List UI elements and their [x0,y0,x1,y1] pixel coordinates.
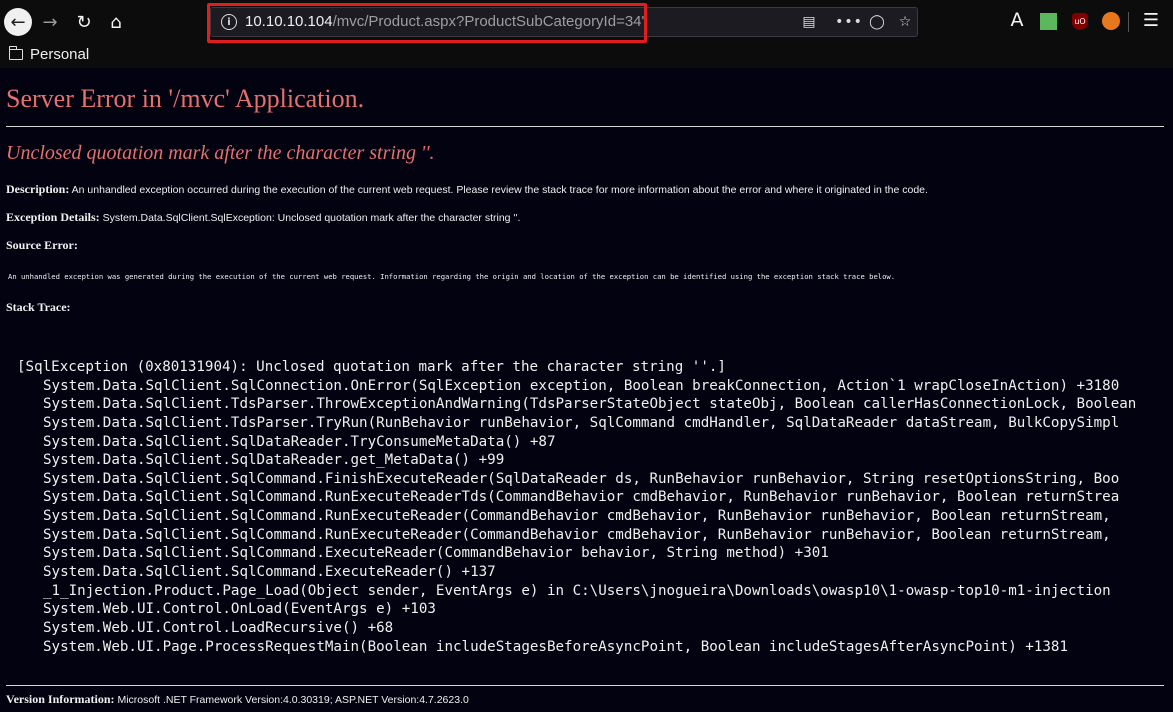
stack-trace: [SqlException (0x80131904): Unclosed quo… [17,358,1173,656]
stack-trace-line: System.Web.UI.Page.ProcessRequestMain(Bo… [43,638,1068,655]
pocket-icon[interactable]: ◯ [867,12,887,32]
stack-trace-line: System.Web.UI.Control.LoadRecursive() +6… [43,619,394,636]
version-information-line: Version Information: Microsoft .NET Fram… [6,692,469,707]
stack-trace-line: _1_Injection.Product.Page_Load(Object se… [43,582,1111,599]
reader-view-icon[interactable]: ▤ [799,12,819,32]
stack-trace-line: System.Data.SqlClient.TdsParser.TryRun(R… [43,414,1120,431]
stack-trace-heading: Stack Trace: [6,300,71,315]
stack-trace-line: System.Data.SqlClient.TdsParser.ThrowExc… [43,396,1137,413]
stack-trace-line: System.Data.SqlClient.SqlCommand.RunExec… [43,508,1111,525]
star-icon[interactable]: ☆ [895,12,915,32]
divider [6,126,1164,127]
green-extension-icon[interactable] [1040,13,1057,30]
description-text: An unhandled exception occurred during t… [69,184,928,196]
stack-trace-label: Stack Trace: [6,300,71,314]
bookmark-folder-personal[interactable]: Personal [30,46,89,63]
stack-trace-line: System.Web.UI.Control.OnLoad(EventArgs e… [43,601,436,618]
ublock-extension-icon[interactable]: uO [1072,13,1088,30]
more-actions-icon[interactable]: ••• [835,12,862,32]
stack-trace-line: System.Data.SqlClient.SqlCommand.Execute… [43,564,496,581]
source-error-label: Source Error: [6,238,78,252]
source-error-text: An unhandled exception was generated dur… [8,272,896,281]
reload-icon[interactable]: ↻ [70,8,98,36]
stack-trace-line: [SqlException (0x80131904): Unclosed quo… [17,359,726,375]
browser-toolbar: ← → ↻ ⌂ i 10.10.10.104/mvc/Product.aspx?… [0,0,1173,44]
stack-trace-line: System.Data.SqlClient.SqlCommand.FinishE… [43,470,1120,487]
toolbar-separator [1128,12,1129,32]
stack-trace-line: System.Data.SqlClient.SqlDataReader.TryC… [43,433,556,450]
forward-arrow-icon[interactable]: → [36,8,64,36]
exception-details-line: Exception Details: System.Data.SqlClient… [6,210,520,225]
version-label: Version Information: [6,692,115,706]
description-label: Description: [6,182,70,196]
url-text[interactable]: 10.10.10.104/mvc/Product.aspx?ProductSub… [245,13,644,30]
version-text: Microsoft .NET Framework Version:4.0.303… [114,694,469,706]
stack-trace-line: System.Data.SqlClient.SqlCommand.Execute… [43,545,829,562]
divider [6,685,1164,686]
home-icon[interactable]: ⌂ [102,8,130,36]
description-line: Description: An unhandled exception occu… [6,182,928,197]
url-bar[interactable]: i 10.10.10.104/mvc/Product.aspx?ProductS… [210,7,918,37]
stack-trace-line: System.Data.SqlClient.SqlDataReader.get_… [43,452,505,469]
hamburger-menu-icon[interactable]: ☰ [1141,10,1161,31]
page-content: Server Error in '/mvc' Application. Uncl… [0,68,1173,712]
url-path: /mvc/Product.aspx?ProductSubCategoryId=3… [332,13,645,30]
info-icon[interactable]: i [221,14,237,30]
source-error-heading: Source Error: [6,238,78,253]
page-title: Server Error in '/mvc' Application. [6,84,365,113]
bookmarks-bar: Personal [0,44,1173,68]
stack-trace-line: System.Data.SqlClient.SqlCommand.RunExec… [43,489,1120,506]
url-host: 10.10.10.104 [245,13,333,30]
back-arrow-icon[interactable]: ← [4,8,32,36]
folder-icon [8,46,23,60]
stack-trace-line: System.Data.SqlClient.SqlCommand.RunExec… [43,526,1111,543]
exception-text: System.Data.SqlClient.SqlException: Uncl… [99,212,521,224]
font-extension-icon[interactable]: A [1007,9,1027,31]
error-subtitle: Unclosed quotation mark after the charac… [6,142,435,164]
foxyproxy-extension-icon[interactable] [1102,12,1120,30]
stack-trace-line: System.Data.SqlClient.SqlConnection.OnEr… [43,377,1120,394]
exception-label: Exception Details: [6,210,100,224]
